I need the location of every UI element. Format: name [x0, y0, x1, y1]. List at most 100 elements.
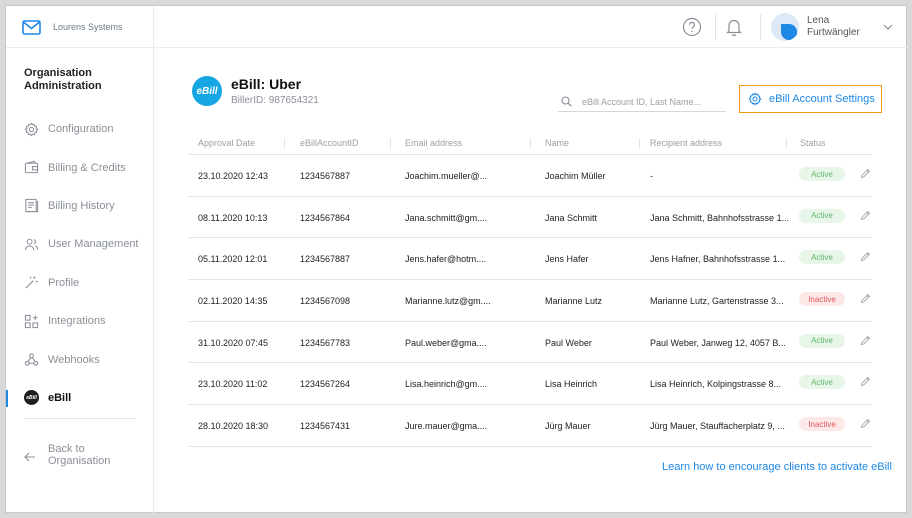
table-row[interactable]: 08.11.2020 10:13 1234567864 Jana.schmitt@g… — [188, 197, 872, 239]
accounts-table: Approval Date eBillAccountID Email addre… — [188, 133, 872, 447]
table-row[interactable]: 05.11.2020 12:01 1234567887 Jens.hafer@hot… — [188, 238, 872, 281]
status-badge: Active — [799, 333, 845, 348]
cell-account-id: 1234567264 — [300, 379, 351, 390]
app-window: Lourens Systems Lena Furtwängler Organis… — [5, 5, 908, 514]
chevron-down-icon[interactable] — [883, 24, 893, 30]
cell-name: Lisa Heinrich — [545, 379, 598, 390]
table-row[interactable]: 31.10.2020 07:45 1234567783 Paul.weber@gma… — [188, 322, 872, 364]
learn-more-link[interactable]: Learn how to encourage clients to activa… — [662, 461, 892, 473]
cell-approval-date: 31.10.2020 07:45 — [198, 337, 269, 348]
sidebar-item-label: Integrations — [48, 315, 106, 328]
column-header-email[interactable]: Email address — [405, 138, 462, 148]
status-badge: Inactive — [799, 292, 845, 307]
edit-icon[interactable] — [860, 293, 871, 304]
ebill-account-settings-button[interactable]: eBill Account Settings — [739, 85, 882, 113]
status-badge: Active — [799, 250, 845, 265]
cell-recipient-address: Jürg Mauer, Stauffacherplatz 9, ... — [650, 421, 785, 432]
sidebar-item-label: Billing History — [48, 199, 115, 212]
column-divider — [390, 138, 391, 149]
column-header-recipient-address[interactable]: Recipient address — [650, 138, 722, 148]
divider — [24, 418, 136, 419]
sidebar-item-integrations[interactable]: Integrations — [6, 302, 154, 340]
cell-recipient-address: Jens Hafner, Bahnhofsstrasse 1... — [650, 254, 786, 265]
ebill-icon: eBill — [24, 390, 39, 406]
sidebar-item-ebill[interactable]: eBill eBill — [6, 379, 154, 417]
sidebar-item-billing-history[interactable]: Billing History — [6, 187, 154, 225]
back-to-organisation-link[interactable]: Back to Organisation — [24, 443, 120, 467]
search-input[interactable] — [582, 96, 722, 107]
status-badge: Active — [799, 375, 845, 390]
cell-recipient-address: Jana Schmitt, Bahnhofsstrasse 1... — [650, 212, 790, 223]
sidebar-title: Organisation Administration — [24, 67, 102, 92]
cell-account-id: 1234567887 — [300, 171, 351, 181]
cell-email: Jana.schmitt@gm.... — [405, 212, 488, 223]
column-header-name[interactable]: Name — [545, 138, 569, 148]
sidebar: Organisation Administration Configuratio… — [6, 48, 154, 514]
table-row[interactable]: 23.10.2020 12:43 1234567887 Joachim.muelle… — [188, 155, 872, 197]
avatar[interactable] — [771, 13, 799, 41]
column-header-approval-date[interactable]: Approval Date — [198, 138, 255, 148]
cell-account-id: 1234567431 — [300, 421, 351, 432]
users-icon — [24, 238, 39, 251]
table-body: 23.10.2020 12:43 1234567887 Joachim.muelle… — [188, 155, 872, 447]
cell-account-id: 1234567098 — [300, 296, 351, 307]
integrations-icon — [24, 314, 39, 328]
gear-icon — [748, 92, 762, 106]
sidebar-item-user-management[interactable]: User Management — [6, 225, 154, 263]
cell-approval-date: 28.10.2020 18:30 — [198, 421, 269, 432]
edit-icon[interactable] — [860, 418, 871, 429]
sidebar-item-billing-credits[interactable]: Billing & Credits — [6, 148, 154, 186]
cell-email: Marianne.lutz@gm.... — [405, 296, 491, 307]
column-divider — [284, 138, 285, 149]
cell-name: Jens Hafer — [545, 254, 589, 265]
table-row[interactable]: 28.10.2020 18:30 1234567431 Jure.mauer@gma… — [188, 405, 872, 447]
sidebar-item-label: User Management — [48, 238, 139, 251]
back-label: Back to Organisation — [48, 443, 111, 467]
cell-recipient-address: Lisa Heinrich, Kolpingstrasse 8... — [650, 379, 782, 390]
brand[interactable]: Lourens Systems — [6, 6, 154, 48]
column-divider — [639, 138, 640, 149]
edit-icon[interactable] — [860, 335, 871, 346]
column-header-status[interactable]: Status — [800, 138, 826, 148]
cell-recipient-address: Marianne Lutz, Gartenstrasse 3... — [650, 296, 784, 307]
cell-approval-date: 08.11.2020 10:13 — [198, 212, 268, 223]
cell-account-id: 1234567887 — [300, 254, 351, 265]
cell-email: Paul.weber@gma.... — [405, 337, 487, 348]
biller-id: BillerID: 987654321 — [231, 95, 319, 106]
page-title: eBill: Uber — [231, 76, 302, 92]
cell-approval-date: 23.10.2020 12:43 — [198, 171, 269, 181]
sidebar-nav: Configuration Billing & Credits Billing … — [6, 110, 154, 417]
column-header-account-id[interactable]: eBillAccountID — [300, 138, 359, 148]
edit-icon[interactable] — [860, 168, 871, 179]
sidebar-item-label: Configuration — [48, 123, 114, 136]
cell-name: Marianne Lutz — [545, 296, 603, 307]
sidebar-item-profile[interactable]: Profile — [6, 264, 154, 302]
table-row[interactable]: 23.10.2020 11:02 1234567264 Lisa.heinrich@… — [188, 363, 872, 406]
cell-name: Paul Weber — [545, 337, 592, 348]
bell-icon[interactable] — [725, 17, 743, 37]
cell-name: Jürg Mauer — [545, 421, 591, 432]
cell-email: Joachim.mueller@... — [405, 171, 488, 181]
sidebar-item-configuration[interactable]: Configuration — [6, 110, 154, 148]
search-box[interactable] — [558, 92, 726, 112]
edit-icon[interactable] — [860, 376, 871, 387]
edit-icon[interactable] — [860, 251, 871, 262]
cell-approval-date: 23.10.2020 11:02 — [198, 379, 268, 390]
cell-approval-date: 02.11.2020 14:35 — [198, 296, 268, 307]
document-icon — [25, 199, 39, 213]
brand-name: Lourens Systems — [53, 22, 123, 32]
biller-logo: eBill — [192, 76, 222, 106]
top-bar: Lourens Systems Lena Furtwängler — [6, 6, 908, 48]
sidebar-item-label: Profile — [48, 276, 80, 289]
table-row[interactable]: 02.11.2020 14:35 1234567098 Marianne.lutz@… — [188, 280, 872, 322]
settings-button-label: eBill Account Settings — [769, 93, 875, 105]
edit-icon[interactable] — [860, 210, 871, 221]
cell-email: Jens.hafer@hotm.... — [405, 254, 487, 265]
sidebar-item-webhooks[interactable]: Webhooks — [6, 340, 154, 378]
wallet-icon — [24, 160, 39, 174]
help-icon[interactable] — [682, 17, 702, 37]
user-name[interactable]: Lena Furtwängler — [807, 15, 860, 39]
cell-account-id: 1234567864 — [300, 212, 351, 223]
cell-approval-date: 05.11.2020 12:01 — [198, 254, 268, 265]
cell-recipient-address: - — [650, 171, 653, 181]
